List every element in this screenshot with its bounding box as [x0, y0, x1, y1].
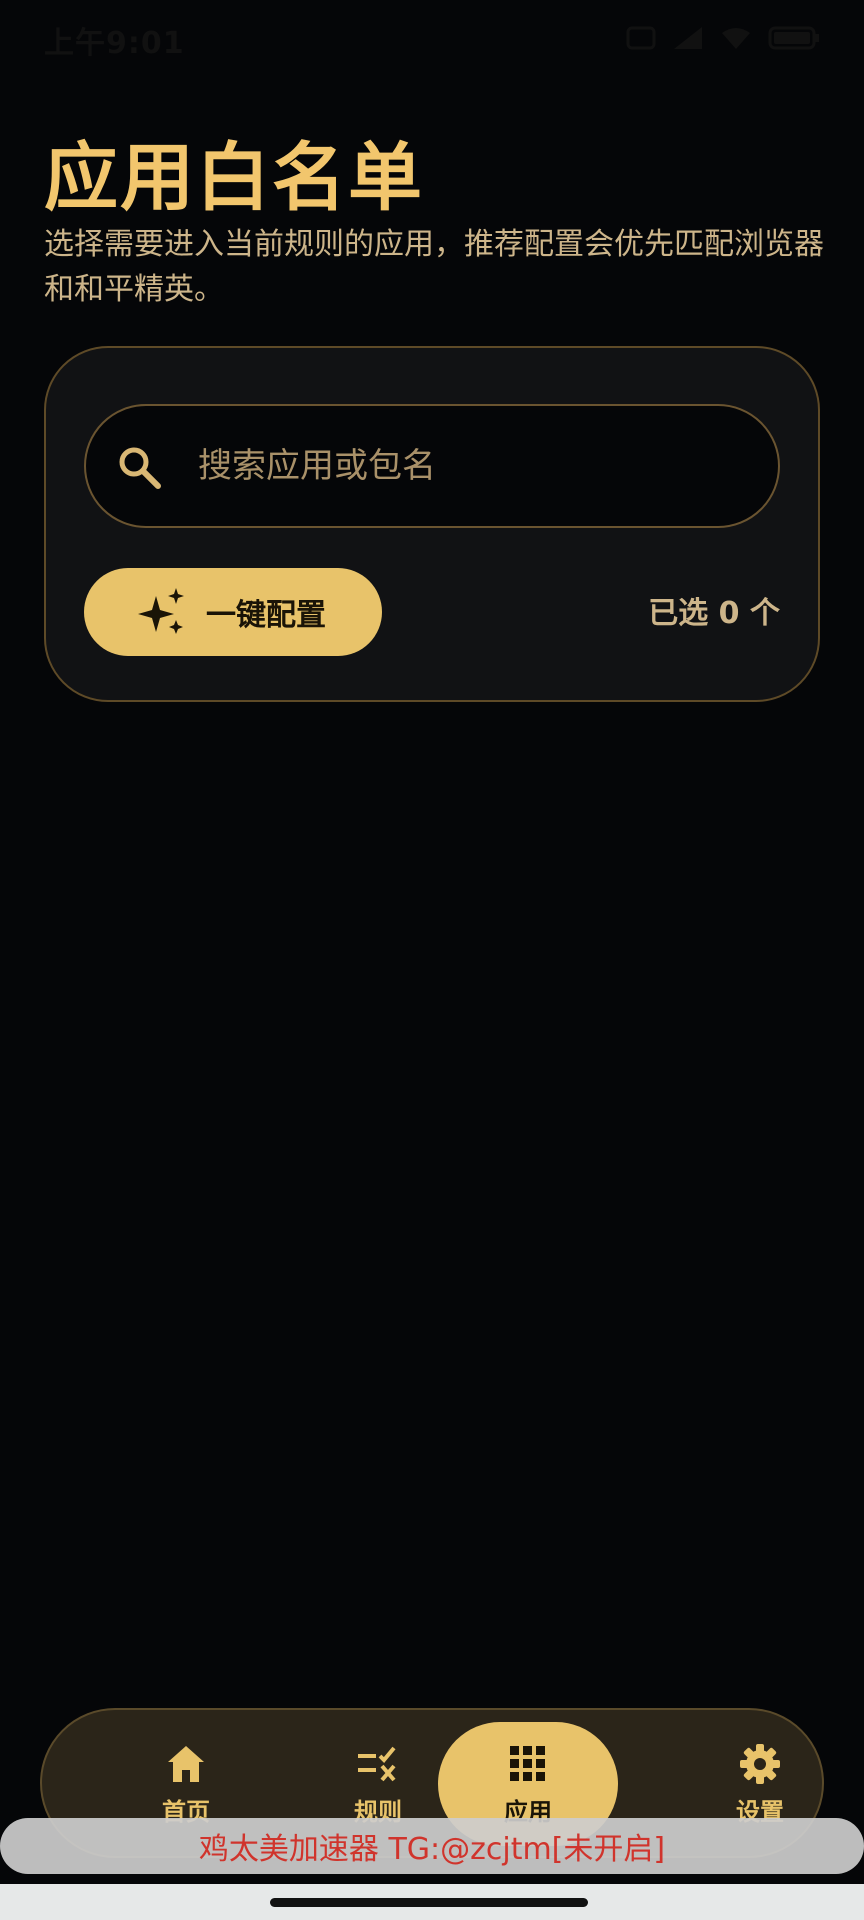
wifi-icon [720, 25, 752, 55]
apps-grid-icon [510, 1745, 545, 1781]
status-time: 上午9:01 [44, 26, 185, 61]
one-click-config-button[interactable]: 一键配置 [84, 568, 382, 656]
signal-icon [672, 25, 704, 55]
gesture-handle[interactable] [270, 1898, 588, 1907]
search-box[interactable] [84, 404, 780, 528]
home-icon [168, 1745, 204, 1782]
status-bar: 上午9:01 [0, 0, 864, 80]
config-button-label: 一键配置 [206, 598, 326, 633]
battery-icon [768, 25, 820, 55]
rules-icon [358, 1746, 396, 1781]
whitelist-card: 一键配置 已选 0 个 [44, 346, 820, 702]
accelerator-status-toast: 鸡太美加速器 TG:@zcjtm[未开启] [0, 1818, 864, 1874]
app-whitelist-screen: 上午9:01 应用白名单 选择需要进入当前规则的应用，推荐配置会优先匹配浏览器和… [0, 0, 864, 1920]
search-icon [116, 444, 162, 490]
page-description: 选择需要进入当前规则的应用，推荐配置会优先匹配浏览器和和平精英。 [44, 227, 824, 307]
sparkle-icon [136, 586, 188, 638]
sim-icon [626, 25, 656, 55]
selected-count: 已选 0 个 [648, 596, 780, 631]
search-input[interactable] [198, 406, 758, 526]
gesture-area [0, 1884, 864, 1920]
status-icons [626, 25, 820, 55]
page-title: 应用白名单 [44, 135, 424, 221]
gear-icon [740, 1743, 780, 1784]
